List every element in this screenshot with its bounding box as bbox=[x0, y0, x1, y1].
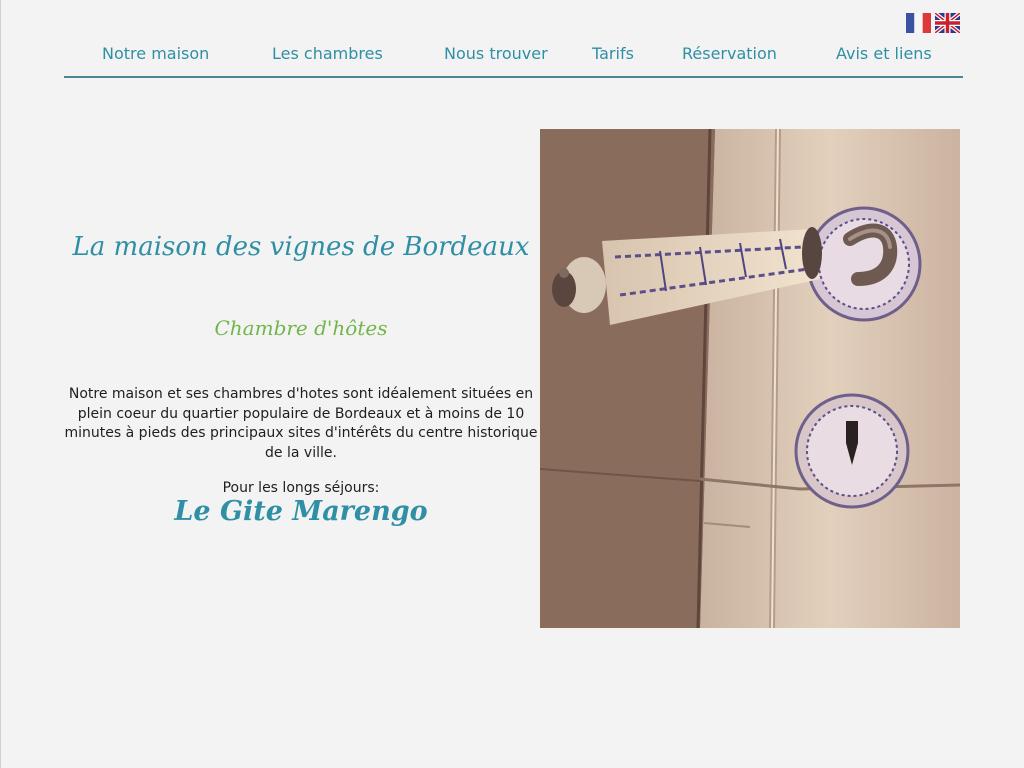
page: Notre maison Les chambres Nous trouver T… bbox=[0, 0, 1024, 768]
flag-uk-icon[interactable] bbox=[935, 13, 960, 33]
flag-france-icon[interactable] bbox=[906, 13, 931, 33]
intro-text: Notre maison et ses chambres d'hotes son… bbox=[64, 386, 538, 461]
gite-marengo-link[interactable]: Le Gite Marengo bbox=[63, 496, 539, 527]
nav-item-avis-et-liens[interactable]: Avis et liens bbox=[836, 44, 932, 63]
main-nav: Notre maison Les chambres Nous trouver T… bbox=[64, 40, 963, 78]
nav-item-notre-maison[interactable]: Notre maison bbox=[102, 44, 209, 63]
nav-item-nous-trouver[interactable]: Nous trouver bbox=[444, 44, 548, 63]
nav-item-les-chambres[interactable]: Les chambres bbox=[272, 44, 383, 63]
page-title: La maison des vignes de Bordeaux bbox=[72, 232, 530, 262]
language-switcher bbox=[906, 13, 960, 33]
nav-item-reservation[interactable]: Réservation bbox=[682, 44, 777, 63]
door-handle-photo bbox=[540, 129, 960, 628]
nav-item-tarifs[interactable]: Tarifs bbox=[592, 44, 634, 63]
page-subtitle: Chambre d'hôtes bbox=[214, 316, 388, 340]
long-stay-label: Pour les longs séjours: bbox=[222, 480, 380, 496]
